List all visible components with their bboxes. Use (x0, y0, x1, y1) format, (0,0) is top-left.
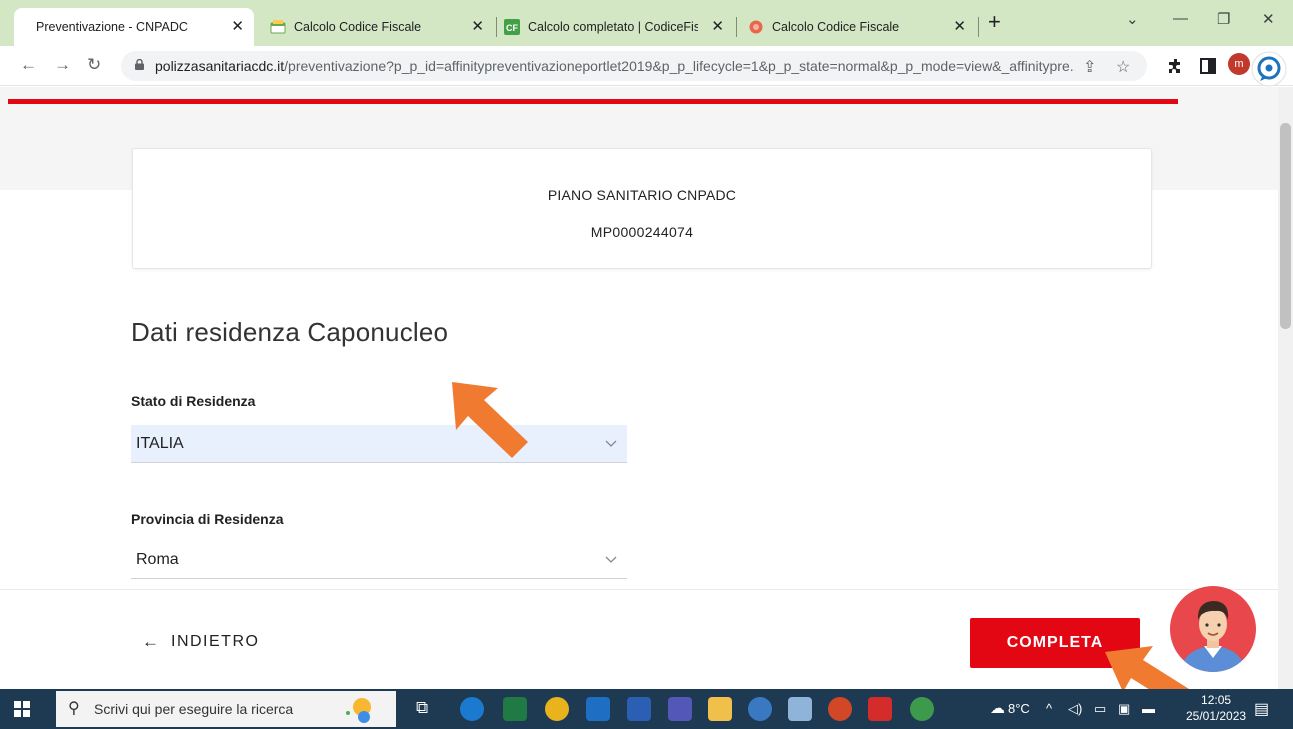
address-bar[interactable]: polizzasanitariacdc.it/preventivazione?p… (121, 51, 1147, 81)
chat-app-icon[interactable] (748, 697, 772, 721)
extensions-icon[interactable] (1167, 57, 1185, 75)
footer-action-bar: ← INDIETRO COMPLETA (0, 586, 1278, 689)
profile-avatar[interactable]: m (1228, 53, 1250, 75)
chevron-down-icon (605, 556, 617, 563)
browser-toolbar: ← → ↻ polizzasanitariacdc.it/preventivaz… (0, 46, 1293, 87)
clock-time: 12:05 (1201, 693, 1232, 707)
page-scrollbar[interactable] (1278, 87, 1293, 689)
assistant-avatar[interactable] (1170, 586, 1256, 672)
arrow-left-icon: ← (142, 632, 159, 651)
stato-residenza-select[interactable]: ITALIA (131, 425, 627, 463)
edge-icon[interactable] (460, 697, 484, 721)
weather-cloud-icon[interactable]: ☁ (990, 699, 1005, 717)
reload-icon[interactable]: ↻ (87, 53, 101, 77)
plan-code: MP0000244074 (590, 224, 694, 240)
display-icon[interactable]: ▣ (1118, 701, 1130, 717)
svg-text:CF: CF (506, 23, 518, 33)
assistant-avatar-illustration (1180, 601, 1246, 672)
plan-name: PIANO SANITARIO CNPADC (547, 187, 737, 203)
section-title: Dati residenza Caponucleo (131, 317, 449, 347)
bookmark-star-icon[interactable]: ☆ (1116, 57, 1130, 77)
taskbar-search[interactable]: ⚲ Scrivi qui per eseguire la ricerca (56, 691, 396, 727)
back-icon[interactable]: ← (20, 53, 37, 77)
provincia-residenza-label: Provincia di Residenza (131, 511, 284, 527)
tab-title: Preventivazione - CNPADC (36, 20, 188, 34)
task-view-icon[interactable]: ⧉ (416, 698, 428, 718)
notification-icon[interactable]: ▤ (1254, 699, 1269, 719)
close-tab-icon[interactable]: ✕ (711, 19, 724, 35)
scrollbar-thumb[interactable] (1280, 123, 1291, 329)
notes-app-icon[interactable] (788, 697, 812, 721)
minimize-icon[interactable]: — (1173, 10, 1188, 27)
tab-preventivazione[interactable]: Preventivazione - CNPADC ✕ (14, 8, 254, 46)
back-button[interactable]: ← INDIETRO (142, 632, 259, 652)
close-window-icon[interactable]: ✕ (1262, 10, 1275, 28)
red-circle-icon (749, 20, 763, 34)
provincia-residenza-value: Roma (136, 551, 179, 568)
cf-logo-icon: CF (504, 19, 520, 35)
search-highlight-icon (346, 698, 371, 723)
windows-taskbar: ⚲ Scrivi qui per eseguire la ricerca ⧉ ☁… (0, 689, 1293, 729)
teams-icon[interactable] (668, 697, 692, 721)
tab-title: Calcolo Codice Fiscale (772, 20, 900, 34)
tab-calcolo-codice-fiscale[interactable]: Calcolo Codice Fiscale ✕ (262, 8, 494, 46)
provincia-residenza-select[interactable]: Roma (131, 541, 627, 579)
lock-icon (135, 59, 144, 70)
browser-tab-strip: Preventivazione - CNPADC ✕ Calcolo Codic… (0, 0, 1293, 46)
url-text[interactable]: polizzasanitariacdc.it/preventivazione?p… (155, 58, 1075, 74)
windows-start-icon[interactable] (14, 701, 30, 717)
chrome-icon[interactable] (545, 697, 569, 721)
codice-fiscale-icon (270, 20, 286, 34)
tab-title: Calcolo completato | CodiceFisca (528, 20, 698, 34)
chat-assistant-icon[interactable] (1251, 51, 1287, 87)
stato-residenza-label: Stato di Residenza (131, 393, 256, 409)
powerpoint-icon[interactable] (828, 697, 852, 721)
excel-icon[interactable] (503, 697, 527, 721)
plan-summary-card: PIANO SANITARIO CNPADC MP0000244074 (132, 148, 1152, 269)
network-icon[interactable]: ▭ (1094, 701, 1106, 717)
progress-accent-line (8, 99, 1178, 104)
close-tab-icon[interactable]: ✕ (471, 19, 484, 35)
new-tab-button[interactable]: + (988, 11, 1001, 33)
url-host: polizzasanitariacdc.it (155, 58, 285, 74)
tab-title: Calcolo Codice Fiscale (294, 20, 422, 34)
side-panel-icon[interactable] (1200, 58, 1216, 74)
back-button-label: INDIETRO (171, 633, 260, 650)
search-icon: ⚲ (68, 700, 80, 717)
volume-icon[interactable]: ◁) (1068, 701, 1082, 717)
taskbar-search-placeholder: Scrivi qui per eseguire la ricerca (94, 701, 294, 717)
stato-residenza-value: ITALIA (136, 435, 184, 452)
restore-icon[interactable]: ❐ (1217, 10, 1230, 28)
tray-chevron-icon[interactable]: ^ (1046, 701, 1052, 716)
share-icon[interactable]: ⇪ (1083, 57, 1096, 77)
word-icon[interactable] (627, 697, 651, 721)
acrobat-icon[interactable] (868, 697, 892, 721)
forward-icon[interactable]: → (54, 53, 71, 77)
complete-button[interactable]: COMPLETA (970, 618, 1140, 668)
language-icon[interactable]: ▬ (1142, 701, 1155, 716)
chrome-profile-icon[interactable] (910, 697, 934, 721)
close-tab-icon[interactable]: ✕ (953, 19, 966, 35)
tab-calcolo-completato[interactable]: CF Calcolo completato | CodiceFisca ✕ (500, 8, 734, 46)
file-explorer-icon[interactable] (708, 697, 732, 721)
clock-date: 25/01/2023 (1186, 709, 1247, 723)
tab-calcolo-codice-fiscale-2[interactable]: Calcolo Codice Fiscale ✕ (740, 8, 976, 46)
tab-search-chevron-icon[interactable]: ⌄ (1126, 10, 1139, 28)
taskbar-clock[interactable]: 12:05 25/01/2023 (1186, 692, 1246, 724)
url-path: /preventivazione?p_p_id=affinitypreventi… (284, 58, 1075, 74)
chevron-down-icon (605, 440, 617, 447)
outlook-icon[interactable] (586, 697, 610, 721)
close-tab-icon[interactable]: ✕ (231, 19, 244, 35)
weather-temperature[interactable]: 8°C (1008, 701, 1030, 716)
